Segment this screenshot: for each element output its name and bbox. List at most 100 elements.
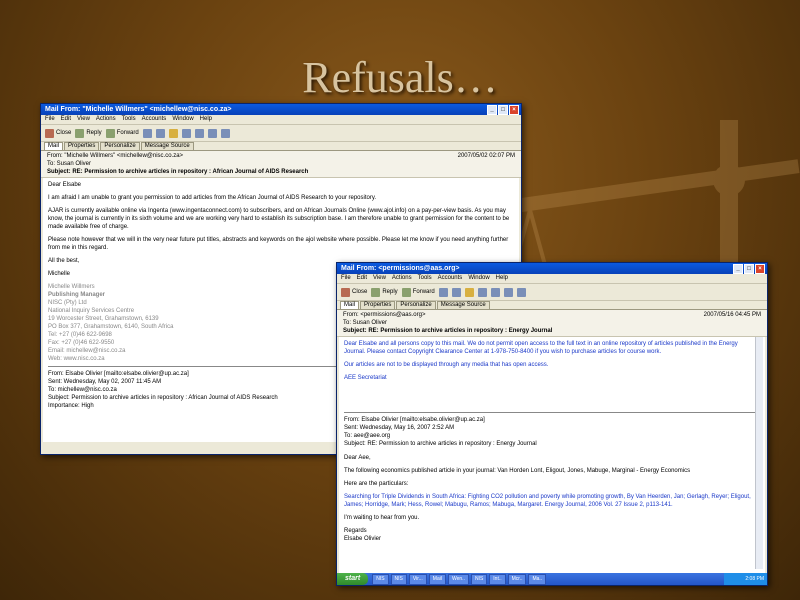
close-icon [341, 287, 350, 297]
date-stamp: 2007/05/16 04:45 PM [703, 312, 761, 318]
quoted-paragraph-1: The following economics published articl… [344, 468, 691, 474]
flag-icon[interactable] [168, 128, 178, 138]
menu-accounts[interactable]: Accounts [438, 274, 463, 283]
close-icon[interactable]: × [755, 264, 765, 274]
reply-label: Reply [382, 289, 398, 295]
paragraph-3: Please note however that we will in the … [48, 237, 509, 251]
tab-properties[interactable]: Properties [360, 301, 396, 309]
maximize-icon[interactable]: □ [498, 105, 508, 115]
menu-view[interactable]: View [77, 115, 90, 124]
menu-window[interactable]: Window [172, 115, 193, 124]
previous-icon[interactable] [194, 128, 204, 138]
tab-mail[interactable]: Mail [44, 142, 64, 150]
quoted-subject: Subject: RE: Permission to archive artic… [344, 441, 537, 447]
delete-icon[interactable] [155, 128, 165, 138]
subject-line: Subject: RE: Permission to archive artic… [343, 328, 553, 334]
taskbar-item[interactable]: Vir... [408, 573, 427, 585]
tab-personalize[interactable]: Personalize [396, 301, 436, 309]
tab-personalize[interactable]: Personalize [100, 142, 140, 150]
reply-signature: AEE Secretariat [344, 375, 387, 381]
menu-window[interactable]: Window [468, 274, 489, 283]
menu-file[interactable]: File [45, 115, 55, 124]
tab-message-source[interactable]: Message Source [140, 142, 194, 150]
tab-properties[interactable]: Properties [64, 142, 100, 150]
close-button[interactable]: Close [341, 287, 368, 297]
reply-label: Reply [86, 130, 102, 136]
maximize-icon[interactable]: □ [744, 264, 754, 274]
close-label: Close [352, 289, 368, 295]
reply-button[interactable]: Reply [75, 128, 102, 138]
menu-edit[interactable]: Edit [61, 115, 71, 124]
next-icon[interactable] [503, 287, 513, 297]
divider [344, 412, 760, 413]
menu-accounts[interactable]: Accounts [142, 115, 167, 124]
system-tray-clock: 2:08 PM [724, 573, 767, 585]
slide-title: Refusals… [302, 53, 498, 102]
paragraph-2: AJAR is currently available online via I… [48, 208, 510, 230]
date-stamp: 2007/05/02 02:07 PM [457, 153, 515, 159]
close-button[interactable]: Close [45, 128, 72, 138]
start-button[interactable]: start [337, 573, 369, 585]
flag-icon[interactable] [464, 287, 474, 297]
quoted-paragraph-2: Here are the particulars: [344, 481, 409, 487]
close-icon[interactable]: × [509, 105, 519, 115]
next-icon[interactable] [207, 128, 217, 138]
window2-title: Mail From: <permissions@aas.org> [341, 265, 460, 272]
taskbar-item[interactable]: Wen.. [447, 573, 469, 585]
window1-toolbar: Close Reply Forward [41, 125, 521, 142]
to-line: To: Susan Oliver [47, 161, 92, 167]
taskbar-item[interactable]: Int.. [489, 573, 506, 585]
window2-menu-bar: File Edit View Actions Tools Accounts Wi… [337, 274, 767, 284]
menu-tools[interactable]: Tools [122, 115, 136, 124]
reply-button[interactable]: Reply [371, 287, 398, 297]
taskbar-item[interactable]: Ma.. [528, 573, 547, 585]
previous-icon[interactable] [490, 287, 500, 297]
address-book-icon[interactable] [516, 287, 526, 297]
paragraph-1: I am afraid I am unable to grant you per… [48, 195, 377, 201]
close-label: Close [56, 130, 72, 136]
quoted-greeting: Dear Aee, [344, 455, 371, 461]
print-icon[interactable] [438, 287, 448, 297]
quoted-paragraph-3: Searching for Triple Dividends in South … [344, 494, 751, 508]
forward-button[interactable]: Forward [401, 287, 435, 297]
forward-button[interactable]: Forward [105, 128, 139, 138]
quoted-from: From: Elsabe Olivier [mailto:elsabe.oliv… [344, 417, 485, 423]
print-icon[interactable] [142, 128, 152, 138]
tab-message-source[interactable]: Message Source [436, 301, 490, 309]
tab-mail[interactable]: Mail [340, 301, 360, 309]
window1-title: Mail From: "Michelle Willmers" <michelle… [45, 106, 232, 113]
quoted-sent: Sent: Wednesday, May 16, 2007 2:52 AM [344, 425, 455, 431]
quoted-regards: Regards [344, 528, 367, 534]
save-icon[interactable] [477, 287, 487, 297]
vertical-scrollbar[interactable] [755, 337, 763, 569]
menu-actions[interactable]: Actions [392, 274, 412, 283]
taskbar-item[interactable]: NIS [470, 573, 488, 585]
window2-title-bar[interactable]: Mail From: <permissions@aas.org> _ □ × [337, 263, 767, 274]
taskbar-item[interactable]: Mcr.. [507, 573, 527, 585]
save-icon[interactable] [181, 128, 191, 138]
taskbar-item[interactable]: NIS [390, 573, 407, 585]
menu-edit[interactable]: Edit [357, 274, 367, 283]
forward-icon [105, 128, 115, 138]
window2-tabs: Mail Properties Personalize Message Sour… [337, 301, 767, 310]
menu-file[interactable]: File [341, 274, 351, 283]
quoted-name: Elsabe Olivier [344, 536, 382, 542]
menu-actions[interactable]: Actions [96, 115, 116, 124]
menu-view[interactable]: View [373, 274, 386, 283]
quoted-paragraph-4: I'm waiting to hear from you. [344, 515, 420, 521]
windows-taskbar: start NIS NIS Vir... Mail Wen.. NIS Int.… [337, 573, 767, 585]
menu-tools[interactable]: Tools [418, 274, 432, 283]
window1-title-bar[interactable]: Mail From: "Michelle Willmers" <michelle… [41, 104, 521, 115]
quoted-to: To: aee@aee.org [344, 433, 391, 439]
taskbar-item[interactable]: Mail [428, 573, 446, 585]
taskbar-item[interactable]: NIS [372, 573, 389, 585]
delete-icon[interactable] [451, 287, 461, 297]
address-book-icon[interactable] [220, 128, 230, 138]
subject-line: Subject: RE: Permission to archive artic… [47, 169, 309, 175]
window1-header: From: "Michelle Willmers" <michellew@nis… [41, 151, 521, 178]
menu-help[interactable]: Help [496, 274, 508, 283]
minimize-icon[interactable]: _ [733, 264, 743, 274]
menu-help[interactable]: Help [200, 115, 212, 124]
minimize-icon[interactable]: _ [487, 105, 497, 115]
mail-window-2: Mail From: <permissions@aas.org> _ □ × Fil… [336, 262, 768, 586]
